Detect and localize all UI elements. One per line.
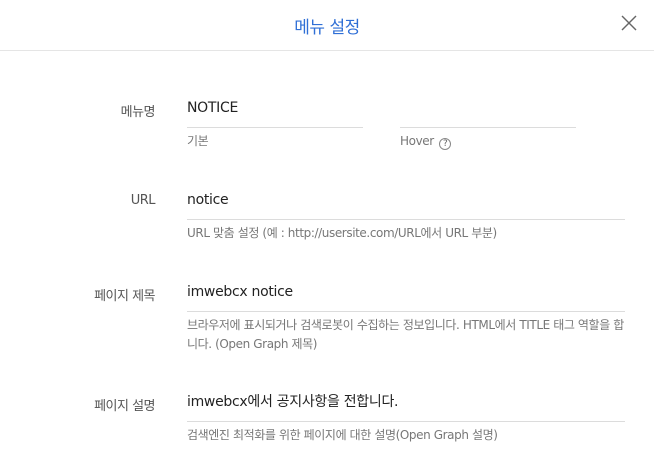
url-row: URL URL 맞춤 설정 (예 : http://usersite.com/U… [0, 190, 654, 250]
page-title-label: 페이지 제목 [94, 289, 155, 304]
hover-label-text: Hover [400, 134, 434, 148]
page-description-input[interactable] [187, 392, 625, 412]
page-description-field[interactable] [187, 392, 625, 422]
menu-name-default-label: 기본 [187, 134, 209, 148]
url-input[interactable] [187, 190, 625, 210]
close-button[interactable] [616, 10, 642, 36]
menu-name-hover-input[interactable] [400, 100, 576, 116]
page-description-label: 페이지 설명 [94, 399, 155, 414]
question-circle-icon[interactable]: ? [439, 138, 452, 150]
menu-name-hover-field[interactable] [400, 98, 576, 128]
menu-name-label: 메뉴명 [120, 105, 156, 120]
menu-name-field[interactable] [187, 98, 363, 128]
page-description-helper: 검색엔진 최적화를 위한 페이지에 대한 설명(Open Graph 설명) [187, 428, 498, 442]
modal-header: 메뉴 설정 [0, 0, 654, 51]
url-label: URL [130, 193, 156, 208]
page-description-row: 페이지 설명 검색엔진 최적화를 위한 페이지에 대한 설명(Open Grap… [0, 392, 654, 452]
page-title-row: 페이지 제목 브라우저에 표시되거나 검색로봇이 수집하는 정보입니다. HTM… [0, 282, 654, 357]
modal-title: 메뉴 설정 [294, 18, 360, 38]
menu-name-hover-label: Hover ? [400, 134, 452, 150]
url-helper: URL 맞춤 설정 (예 : http://usersite.com/URL에서… [187, 226, 497, 240]
page-title-helper: 브라우저에 표시되거나 검색로봇이 수집하는 정보입니다. HTML에서 TIT… [187, 318, 624, 351]
menu-name-row: 메뉴명 기본 Hover ? [0, 98, 654, 158]
url-field[interactable] [187, 190, 625, 220]
page-title-input[interactable] [187, 282, 625, 302]
close-icon [621, 15, 637, 31]
menu-name-input[interactable] [187, 98, 363, 118]
page-title-field[interactable] [187, 282, 625, 312]
